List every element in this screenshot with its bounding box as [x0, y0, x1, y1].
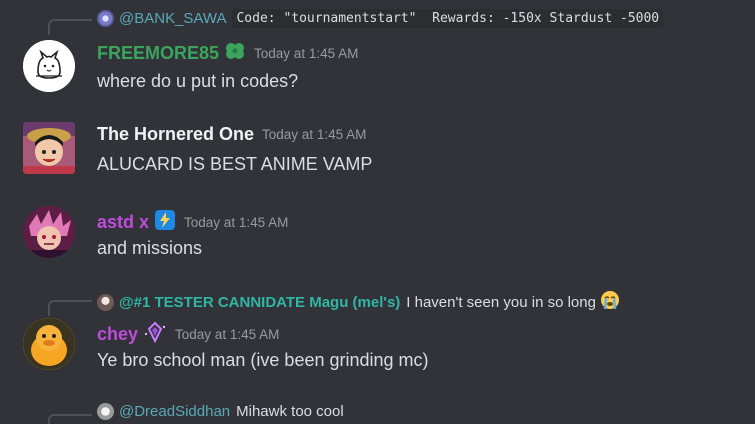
timestamp[interactable]: Today at 1:45 AM	[254, 46, 358, 61]
avatar-bank-sawa-icon[interactable]	[97, 10, 114, 27]
reply-username[interactable]: @#1 TESTER CANNIDATE Magu (mel's)	[119, 294, 400, 311]
username[interactable]: chey	[97, 324, 138, 345]
reply-code-snippet: Code: "tournamentstart" Rewards: -150x S…	[232, 9, 664, 28]
reply-preview[interactable]: @DreadSiddhan Mihawk too cool	[97, 403, 344, 420]
message-header: astd x Today at 1:45 AM	[97, 209, 288, 236]
reply-preview[interactable]: @BANK_SAWA Code: "tournamentstart" Rewar…	[97, 9, 664, 28]
clover-icon[interactable]	[224, 41, 246, 66]
anime-avatar-icon	[23, 122, 75, 174]
reply-connector	[48, 19, 92, 35]
username[interactable]: astd x	[97, 212, 149, 233]
duck-avatar-icon	[23, 318, 75, 370]
sob-emoji-icon	[600, 290, 620, 314]
reply-snippet: I haven't seen you in so long	[406, 293, 596, 311]
lightning-badge-icon[interactable]	[154, 209, 176, 236]
cat-avatar-icon	[23, 40, 75, 92]
anime-avatar-icon	[23, 206, 75, 258]
avatar[interactable]	[23, 122, 75, 174]
avatar-magu-icon[interactable]	[97, 293, 114, 311]
avatar[interactable]	[23, 318, 75, 370]
chat-messages: @BANK_SAWA Code: "tournamentstart" Rewar…	[0, 0, 755, 424]
message-header: The Hornered One Today at 1:45 AM	[97, 124, 366, 145]
timestamp[interactable]: Today at 1:45 AM	[184, 215, 288, 230]
reply-preview[interactable]: @#1 TESTER CANNIDATE Magu (mel's) I have…	[97, 290, 620, 314]
username[interactable]: FREEMORE85	[97, 43, 219, 64]
timestamp[interactable]: Today at 1:45 AM	[175, 327, 279, 342]
message-content: Ye bro school man (ive been grinding mc)	[97, 350, 429, 370]
avatar-dread-siddhan-icon[interactable]	[97, 403, 114, 420]
reply-connector	[48, 300, 92, 316]
message-header: chey Today at 1:45 AM	[97, 321, 279, 348]
message-content: and missions	[97, 238, 203, 258]
avatar[interactable]	[23, 206, 75, 258]
message-content: where do u put in codes?	[97, 71, 299, 91]
username[interactable]: The Hornered One	[97, 124, 254, 145]
message-header: FREEMORE85 Today at 1:45 AM	[97, 41, 358, 66]
avatar[interactable]	[23, 40, 75, 92]
message-content: ALUCARD IS BEST ANIME VAMP	[97, 154, 373, 174]
reply-snippet: Mihawk too cool	[236, 403, 344, 420]
timestamp[interactable]: Today at 1:45 AM	[262, 127, 366, 142]
reply-username[interactable]: @DreadSiddhan	[119, 403, 230, 420]
reply-connector	[48, 414, 92, 424]
crystal-badge-icon[interactable]	[143, 321, 167, 348]
reply-username[interactable]: @BANK_SAWA	[119, 10, 226, 27]
